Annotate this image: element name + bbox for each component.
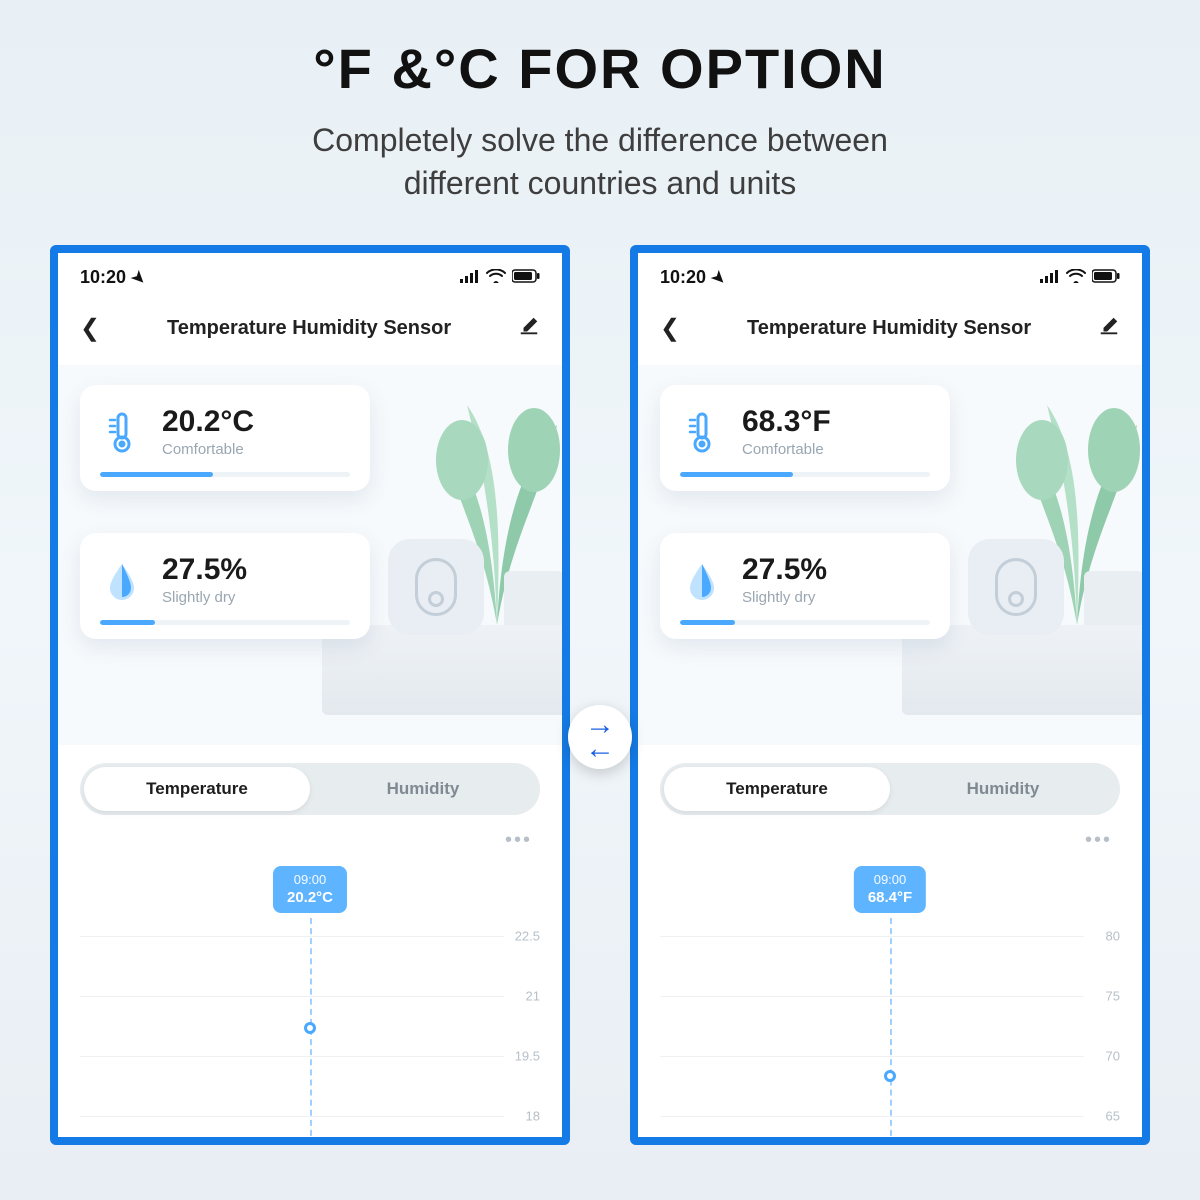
tab-temperature[interactable]: Temperature — [664, 767, 890, 811]
status-time: 10:20 — [80, 267, 126, 288]
ytick: 21 — [526, 989, 540, 1004]
tab-humidity[interactable]: Humidity — [310, 767, 536, 811]
humidity-value: 27.5% — [162, 553, 247, 587]
chart-cursor-line — [890, 918, 892, 1145]
phone-fahrenheit: 10:20 ➤ ❮ Temperature Humidity Sensor — [630, 245, 1150, 1145]
ytick: 75 — [1106, 989, 1120, 1004]
tab-temperature[interactable]: Temperature — [84, 767, 310, 811]
humidity-status: Slightly dry — [162, 589, 247, 606]
temperature-card[interactable]: 20.2°C Comfortable — [80, 385, 370, 491]
chart-data-point — [304, 1022, 316, 1034]
hero-area: 20.2°C Comfortable 27.5% Slightly dry — [58, 365, 562, 745]
ytick: 70 — [1106, 1049, 1120, 1064]
page-title: Temperature Humidity Sensor — [167, 317, 451, 340]
ytick: 18 — [526, 1109, 540, 1124]
signal-icon — [460, 267, 480, 288]
humidity-status: Slightly dry — [742, 589, 827, 606]
battery-icon — [512, 267, 540, 288]
temperature-value: 68.3°F — [742, 405, 831, 439]
metric-segmented-control: Temperature Humidity — [660, 763, 1120, 815]
location-icon: ➤ — [707, 266, 731, 290]
more-options-button[interactable]: ••• — [58, 823, 562, 852]
humidity-value: 27.5% — [742, 553, 827, 587]
temperature-progress — [100, 472, 350, 477]
status-time: 10:20 — [660, 267, 706, 288]
chart-tooltip: 09:00 68.4°F — [854, 866, 926, 913]
subheadline: Completely solve the difference between … — [0, 119, 1200, 205]
humidity-icon — [100, 558, 144, 602]
ytick: 19.5 — [515, 1049, 540, 1064]
shelf-illustration — [902, 625, 1150, 715]
wifi-icon — [486, 267, 506, 288]
back-button[interactable]: ❮ — [660, 314, 680, 343]
shelf-illustration — [322, 625, 570, 715]
humidity-icon — [680, 558, 724, 602]
subhead-line-1: Completely solve the difference between — [312, 122, 888, 158]
nav-bar: ❮ Temperature Humidity Sensor — [58, 296, 562, 365]
tooltip-value: 68.4°F — [868, 889, 912, 908]
chart-data-point — [884, 1070, 896, 1082]
page-title: Temperature Humidity Sensor — [747, 317, 1031, 340]
edit-button[interactable] — [518, 315, 540, 342]
ytick: 65 — [1106, 1109, 1120, 1124]
metric-segmented-control: Temperature Humidity — [80, 763, 540, 815]
tooltip-value: 20.2°C — [287, 889, 333, 908]
temperature-value: 20.2°C — [162, 405, 254, 439]
temperature-progress — [680, 472, 930, 477]
temperature-status: Comfortable — [742, 441, 831, 458]
wifi-icon — [1066, 267, 1086, 288]
battery-icon — [1092, 267, 1120, 288]
location-icon: ➤ — [127, 266, 151, 290]
temperature-chart-c[interactable]: 22.5 21 19.5 18 09:00 20.2°C — [80, 866, 540, 1145]
status-bar: 10:20 ➤ — [58, 253, 562, 296]
humidity-progress — [680, 620, 930, 625]
status-bar: 10:20 ➤ — [638, 253, 1142, 296]
signal-icon — [1040, 267, 1060, 288]
humidity-card[interactable]: 27.5% Slightly dry — [80, 533, 370, 639]
hero-area: 68.3°F Comfortable 27.5% Slightly dry — [638, 365, 1142, 745]
humidity-card[interactable]: 27.5% Slightly dry — [660, 533, 950, 639]
thermometer-icon — [680, 410, 724, 454]
tab-humidity[interactable]: Humidity — [890, 767, 1116, 811]
sensor-device-illustration — [388, 539, 484, 635]
temperature-chart-f[interactable]: 80 75 70 65 09:00 68.4°F — [660, 866, 1120, 1145]
nav-bar: ❮ Temperature Humidity Sensor — [638, 296, 1142, 365]
edit-button[interactable] — [1098, 315, 1120, 342]
sensor-device-illustration — [968, 539, 1064, 635]
chart-tooltip: 09:00 20.2°C — [273, 866, 347, 913]
temperature-status: Comfortable — [162, 441, 254, 458]
back-button[interactable]: ❮ — [80, 314, 100, 343]
comparison-stage: 10:20 ➤ ❮ Temperature Humidity Sensor — [0, 245, 1200, 1145]
more-options-button[interactable]: ••• — [638, 823, 1142, 852]
tooltip-time: 09:00 — [868, 872, 912, 888]
temperature-card[interactable]: 68.3°F Comfortable — [660, 385, 950, 491]
ytick: 22.5 — [515, 929, 540, 944]
thermometer-icon — [100, 410, 144, 454]
phone-celsius: 10:20 ➤ ❮ Temperature Humidity Sensor — [50, 245, 570, 1145]
tooltip-time: 09:00 — [287, 872, 333, 888]
swap-units-icon: → ← — [568, 705, 632, 769]
ytick: 80 — [1106, 929, 1120, 944]
headline: °F &°C FOR OPTION — [0, 0, 1200, 101]
subhead-line-2: different countries and units — [404, 165, 797, 201]
humidity-progress — [100, 620, 350, 625]
